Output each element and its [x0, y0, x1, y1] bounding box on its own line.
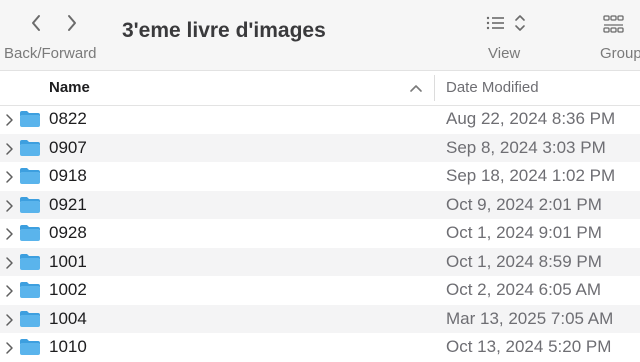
disclosure-chevron-icon[interactable]: [4, 313, 14, 327]
folder-icon: [20, 111, 40, 127]
view-button[interactable]: [484, 12, 528, 38]
date-modified: Oct 1, 2024 9:01 PM: [446, 223, 602, 242]
date-modified: Mar 13, 2025 7:05 AM: [446, 308, 614, 328]
list-item[interactable]: 1010 Oct 13, 2024 5:20 PM: [0, 333, 640, 362]
folder-icon: [20, 310, 40, 327]
date-modified: Aug 22, 2024 8:36 PM: [446, 109, 616, 128]
chevron-left-icon: [32, 15, 40, 31]
list-item[interactable]: 0921 Oct 9, 2024 2:01 PM: [0, 190, 640, 219]
disclosure-chevron-icon[interactable]: [4, 284, 14, 298]
folder-icon: [20, 168, 40, 184]
list-item[interactable]: 0918 Sep 18, 2024 1:02 PM: [0, 162, 640, 191]
disclosure-chevron-icon[interactable]: [4, 341, 14, 355]
list-view-icon: [486, 15, 525, 31]
view-label: View: [488, 45, 521, 62]
disclosure-chevron-icon[interactable]: [4, 227, 14, 241]
window-title: 3'eme livre d'images: [122, 19, 326, 42]
folder-name: 1002: [49, 280, 87, 299]
date-modified: Oct 13, 2024 5:20 PM: [446, 337, 612, 356]
folder-icon: [20, 253, 40, 270]
folder-name: 1010: [49, 337, 87, 356]
list-item[interactable]: 0822 Aug 22, 2024 8:36 PM: [0, 105, 640, 134]
disclosure-chevron-icon[interactable]: [4, 256, 14, 270]
group-button[interactable]: [602, 12, 632, 38]
folder-icon: [20, 139, 40, 156]
back-forward-label: Back/Forward: [4, 45, 97, 62]
date-modified: Oct 1, 2024 8:59 PM: [446, 251, 602, 271]
list-item[interactable]: 1001 Oct 1, 2024 8:59 PM: [0, 247, 640, 276]
list-item[interactable]: 1004 Mar 13, 2025 7:05 AM: [0, 304, 640, 333]
folder-icon: [20, 282, 40, 298]
back-button[interactable]: [24, 11, 48, 35]
column-divider[interactable]: [434, 75, 435, 101]
disclosure-chevron-icon[interactable]: [4, 142, 14, 156]
folder-icon: [20, 196, 40, 213]
folder-name: 0822: [49, 109, 87, 128]
folder-name: 1001: [49, 251, 87, 271]
folder-name: 0918: [49, 166, 87, 185]
folder-name: 0928: [49, 223, 87, 242]
column-header: Name Date Modified: [0, 71, 640, 106]
group-icon: [603, 15, 624, 33]
disclosure-chevron-icon[interactable]: [4, 170, 14, 184]
chevron-right-icon: [68, 15, 76, 31]
file-list: 0822 Aug 22, 2024 8:36 PM 0907 Sep 8, 20…: [0, 105, 640, 362]
column-header-name[interactable]: Name: [49, 79, 90, 96]
date-modified: Sep 8, 2024 3:03 PM: [446, 137, 606, 157]
folder-icon: [20, 339, 40, 355]
forward-button[interactable]: [60, 11, 84, 35]
folder-name: 0921: [49, 194, 87, 214]
date-modified: Sep 18, 2024 1:02 PM: [446, 166, 616, 185]
disclosure-chevron-icon[interactable]: [4, 113, 14, 127]
disclosure-chevron-icon[interactable]: [4, 199, 14, 213]
folder-icon: [20, 225, 40, 241]
sort-ascending-icon[interactable]: [409, 82, 423, 94]
list-item[interactable]: 0907 Sep 8, 2024 3:03 PM: [0, 133, 640, 162]
column-header-date-modified[interactable]: Date Modified: [446, 79, 539, 96]
folder-name: 1004: [49, 308, 87, 328]
folder-name: 0907: [49, 137, 87, 157]
toolbar: Back/Forward 3'eme livre d'images View G…: [0, 0, 640, 71]
date-modified: Oct 9, 2024 2:01 PM: [446, 194, 602, 214]
group-label: Group: [600, 45, 640, 62]
list-item[interactable]: 1002 Oct 2, 2024 6:05 AM: [0, 276, 640, 305]
date-modified: Oct 2, 2024 6:05 AM: [446, 280, 601, 299]
list-item[interactable]: 0928 Oct 1, 2024 9:01 PM: [0, 219, 640, 248]
